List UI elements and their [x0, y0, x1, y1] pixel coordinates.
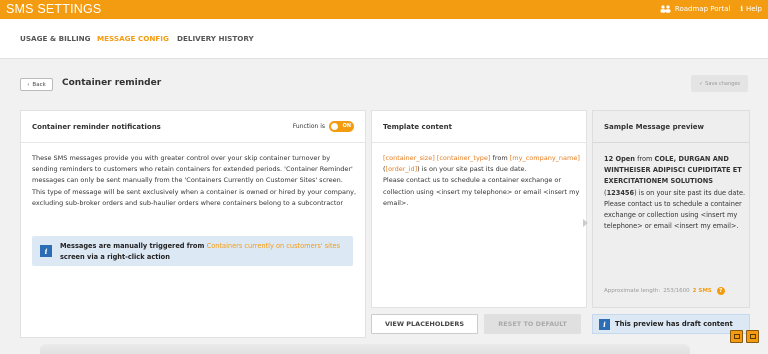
tab-usage-billing[interactable]: USAGE & BILLING: [20, 34, 91, 43]
footer-bar: [40, 344, 690, 354]
info-icon: i: [599, 319, 610, 330]
roadmap-icon: [660, 4, 671, 13]
manual-trigger-info: i Messages are manually triggered from C…: [32, 236, 353, 266]
notifications-panel-header: Container reminder notifications Functio…: [21, 111, 365, 143]
draft-notice-text: This preview has draft content: [615, 320, 733, 328]
info-prefix: Messages are manually triggered from: [60, 242, 205, 250]
notifications-heading: Container reminder notifications: [32, 123, 161, 131]
sms-count: 2 SMS: [692, 288, 712, 294]
dock-left-button[interactable]: [730, 330, 743, 343]
function-toggle-group: Function is ON: [293, 121, 354, 132]
preview-heading: Sample Message preview: [604, 123, 705, 131]
template-rest: ) is on your site past its due date.: [417, 165, 527, 174]
function-toggle[interactable]: ON: [329, 121, 354, 132]
dock-right-icon: [749, 334, 756, 339]
reset-to-default-button[interactable]: RESET TO DEFAULT: [484, 314, 581, 334]
back-chevron-icon: ‹: [27, 81, 30, 88]
dock-left-icon: [733, 334, 740, 339]
save-changes-button[interactable]: ✓ Save changes: [691, 75, 748, 92]
toggle-knob: [331, 123, 338, 130]
placeholder-order-id: [order_id]: [385, 165, 418, 174]
template-body: Please contact us to schedule a containe…: [383, 176, 580, 207]
preview-panel: Sample Message preview 12 Open from COLE…: [592, 110, 750, 308]
help-link[interactable]: i Help: [740, 4, 762, 13]
top-bar-links: Roadmap Portal i Help: [660, 4, 762, 13]
roadmap-portal-link[interactable]: Roadmap Portal: [660, 5, 730, 13]
notifications-panel: Container reminder notifications Functio…: [20, 110, 366, 338]
approx-count: 253/1600: [663, 288, 690, 294]
template-panel: Template content [container_size] [conta…: [371, 110, 587, 308]
template-panel-header: Template content: [372, 111, 586, 143]
manual-trigger-text: Messages are manually triggered from Con…: [60, 241, 350, 262]
help-label: Help: [746, 4, 762, 13]
tab-bar: USAGE & BILLING MESSAGE CONFIG DELIVERY …: [0, 19, 768, 59]
template-content[interactable]: [container_size] [container_type] from […: [383, 153, 583, 209]
preview-size-type: 12 Open: [604, 155, 635, 163]
question-icon[interactable]: ?: [716, 287, 725, 295]
draft-notice: i This preview has draft content: [592, 314, 750, 334]
preview-body: Please contact us to schedule a containe…: [604, 199, 742, 231]
preview-rest: ) is on your site past its due date.: [634, 188, 746, 197]
placeholder-container-type: [container_type]: [436, 154, 491, 162]
function-label: Function is: [292, 123, 325, 130]
preview-order-id: 123456: [606, 188, 635, 197]
tab-message-config[interactable]: MESSAGE CONFIG: [97, 34, 169, 43]
preview-from: from: [634, 155, 655, 163]
preview-panel-header: Sample Message preview: [593, 111, 749, 143]
info-suffix: screen via a right-click action: [60, 252, 170, 261]
template-from: from: [490, 154, 508, 162]
placeholder-container-size: [container_size]: [383, 154, 435, 162]
back-button[interactable]: ‹ Back: [20, 78, 53, 91]
placeholder-company-name: [my_company_name]: [509, 154, 580, 162]
arrow-right-icon: [583, 219, 588, 227]
check-icon: ✓: [698, 80, 704, 87]
top-bar: SMS SETTINGS Roadmap Portal i Help: [0, 0, 768, 19]
approximate-length: Approximate length: 253/1600 2 SMS ?: [604, 287, 725, 295]
page-title: Container reminder: [62, 78, 162, 88]
app-title: SMS SETTINGS: [6, 2, 102, 16]
tab-delivery-history[interactable]: DELIVERY HISTORY: [177, 34, 254, 43]
preview-content: 12 Open from COLE, DURGAN AND WINTHEISER…: [604, 154, 746, 232]
containers-on-sites-link[interactable]: Containers currently on customers' sites: [207, 242, 340, 250]
dock-right-button[interactable]: [746, 330, 759, 343]
toggle-state-label: ON: [342, 123, 351, 129]
info-icon: i: [740, 4, 744, 13]
roadmap-portal-label: Roadmap Portal: [674, 4, 731, 13]
view-placeholders-button[interactable]: VIEW PLACEHOLDERS: [371, 314, 478, 334]
notifications-description: These SMS messages provide you with grea…: [32, 154, 357, 207]
back-label: Back: [32, 81, 46, 88]
info-icon: i: [40, 245, 52, 257]
save-changes-label: Save changes: [705, 80, 741, 87]
approx-label: Approximate length:: [604, 288, 661, 294]
template-heading: Template content: [383, 123, 452, 131]
